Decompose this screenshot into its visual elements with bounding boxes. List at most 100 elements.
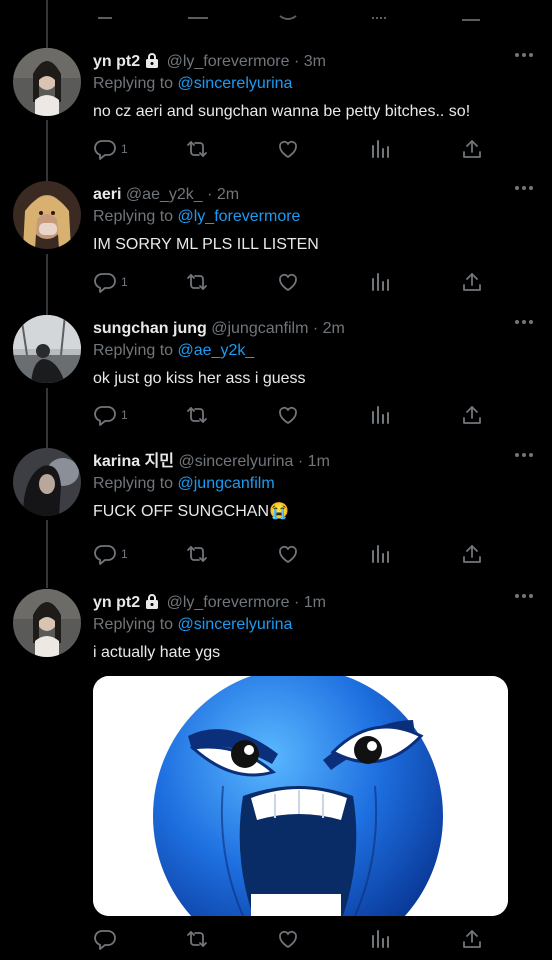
retweet-button[interactable] — [185, 542, 209, 566]
like-icon — [279, 930, 297, 948]
timestamp[interactable]: · 2m — [313, 320, 345, 337]
analytics-button[interactable] — [368, 403, 392, 427]
avatar[interactable] — [13, 448, 81, 516]
tweet[interactable]: karina 지민 @sincerelyurina · 1m Replying … — [0, 448, 552, 578]
avatar[interactable] — [13, 181, 81, 249]
replying-to: Replying to @ae_y2k_ — [93, 342, 255, 359]
lock-icon — [145, 594, 160, 609]
more-icon[interactable] — [514, 185, 534, 191]
reply-icon — [94, 545, 116, 565]
share-button[interactable] — [460, 542, 484, 566]
angry-blue-face-image — [93, 676, 508, 916]
timestamp[interactable]: · 3m — [294, 53, 326, 70]
reply-button[interactable]: 1 — [93, 403, 128, 427]
tweet[interactable]: aeri @ae_y2k_ · 2m Replying to @ly_forev… — [0, 181, 552, 311]
tweet-text: ok just go kiss her ass i guess — [93, 370, 306, 387]
timestamp[interactable]: · 1m — [294, 594, 326, 611]
share-icon — [463, 545, 481, 563]
display-name[interactable]: yn pt2 — [93, 594, 140, 611]
share-button[interactable] — [460, 403, 484, 427]
share-icon — [463, 406, 481, 424]
analytics-icon — [372, 545, 389, 563]
replying-to: Replying to @jungcanfilm — [93, 475, 275, 492]
like-button[interactable] — [276, 137, 300, 161]
timestamp[interactable]: · 1m — [298, 453, 330, 470]
retweet-icon — [187, 274, 207, 290]
thread-line — [46, 0, 48, 48]
share-icon — [463, 140, 481, 158]
reply-icon — [94, 406, 116, 426]
analytics-button[interactable] — [368, 270, 392, 294]
reply-count: 1 — [121, 142, 128, 156]
handle[interactable]: @ly_forevermore — [167, 53, 290, 70]
replying-to: Replying to @ly_forevermore — [93, 208, 301, 225]
timestamp[interactable]: · 2m — [207, 186, 239, 203]
like-icon — [279, 545, 297, 563]
display-name[interactable]: karina 지민 — [93, 453, 174, 470]
reply-count: 1 — [121, 408, 128, 422]
retweet-button[interactable] — [185, 137, 209, 161]
retweet-icon — [187, 546, 207, 562]
reply-count: 1 — [121, 275, 128, 289]
analytics-icon — [372, 140, 389, 158]
reply-mention-link[interactable]: @ly_forevermore — [178, 208, 301, 225]
reply-mention-link[interactable]: @jungcanfilm — [178, 475, 275, 492]
share-button[interactable] — [460, 270, 484, 294]
more-icon[interactable] — [514, 319, 534, 325]
tweet-text: IM SORRY ML PLS ILL LISTEN — [93, 236, 319, 253]
retweet-button[interactable] — [185, 403, 209, 427]
more-icon[interactable] — [514, 452, 534, 458]
display-name[interactable]: sungchan jung — [93, 320, 207, 337]
avatar[interactable] — [13, 589, 81, 657]
analytics-button[interactable] — [368, 927, 392, 951]
retweet-icon — [187, 931, 207, 947]
analytics-button[interactable] — [368, 137, 392, 161]
like-icon — [279, 140, 297, 158]
tweet-text: no cz aeri and sungchan wanna be petty b… — [93, 103, 471, 120]
like-button[interactable] — [276, 542, 300, 566]
display-name[interactable]: yn pt2 — [93, 53, 140, 70]
analytics-icon — [372, 930, 389, 948]
replying-to: Replying to @sincerelyurina — [93, 616, 293, 633]
like-icon — [279, 406, 297, 424]
retweet-icon — [187, 407, 207, 423]
handle[interactable]: @sincerelyurina — [178, 453, 293, 470]
tweet-media-image[interactable] — [93, 676, 508, 916]
reply-button[interactable]: 1 — [93, 542, 128, 566]
reply-count: 1 — [121, 547, 128, 561]
tweet[interactable]: yn pt2 @ly_forevermore · 3m Replying to … — [0, 48, 552, 178]
more-icon[interactable] — [514, 593, 534, 599]
more-icon[interactable] — [514, 52, 534, 58]
reply-icon — [94, 140, 116, 160]
share-button[interactable] — [460, 137, 484, 161]
avatar[interactable] — [13, 48, 81, 116]
share-icon — [463, 273, 481, 291]
like-icon — [279, 273, 297, 291]
reply-button[interactable]: 1 — [93, 137, 128, 161]
reply-icon — [94, 930, 116, 950]
tweet-text: i actually hate ygs — [93, 644, 221, 661]
reply-button[interactable] — [93, 927, 121, 951]
like-button[interactable] — [276, 927, 300, 951]
previous-tweet-actions — [0, 0, 552, 26]
handle[interactable]: @ly_forevermore — [167, 594, 290, 611]
share-button[interactable] — [460, 927, 484, 951]
avatar[interactable] — [13, 315, 81, 383]
lock-icon — [145, 53, 160, 68]
reply-mention-link[interactable]: @ae_y2k_ — [178, 342, 255, 359]
display-name[interactable]: aeri — [93, 186, 121, 203]
reply-button[interactable]: 1 — [93, 270, 128, 294]
like-button[interactable] — [276, 403, 300, 427]
retweet-icon — [187, 141, 207, 157]
reply-mention-link[interactable]: @sincerelyurina — [178, 616, 293, 633]
like-button[interactable] — [276, 270, 300, 294]
analytics-icon — [372, 273, 389, 291]
retweet-button[interactable] — [185, 927, 209, 951]
share-icon — [463, 930, 481, 948]
reply-mention-link[interactable]: @sincerelyurina — [178, 75, 293, 92]
handle[interactable]: @jungcanfilm — [211, 320, 308, 337]
handle[interactable]: @ae_y2k_ — [126, 186, 203, 203]
retweet-button[interactable] — [185, 270, 209, 294]
tweet[interactable]: sungchan jung @jungcanfilm · 2m Replying… — [0, 315, 552, 445]
analytics-button[interactable] — [368, 542, 392, 566]
